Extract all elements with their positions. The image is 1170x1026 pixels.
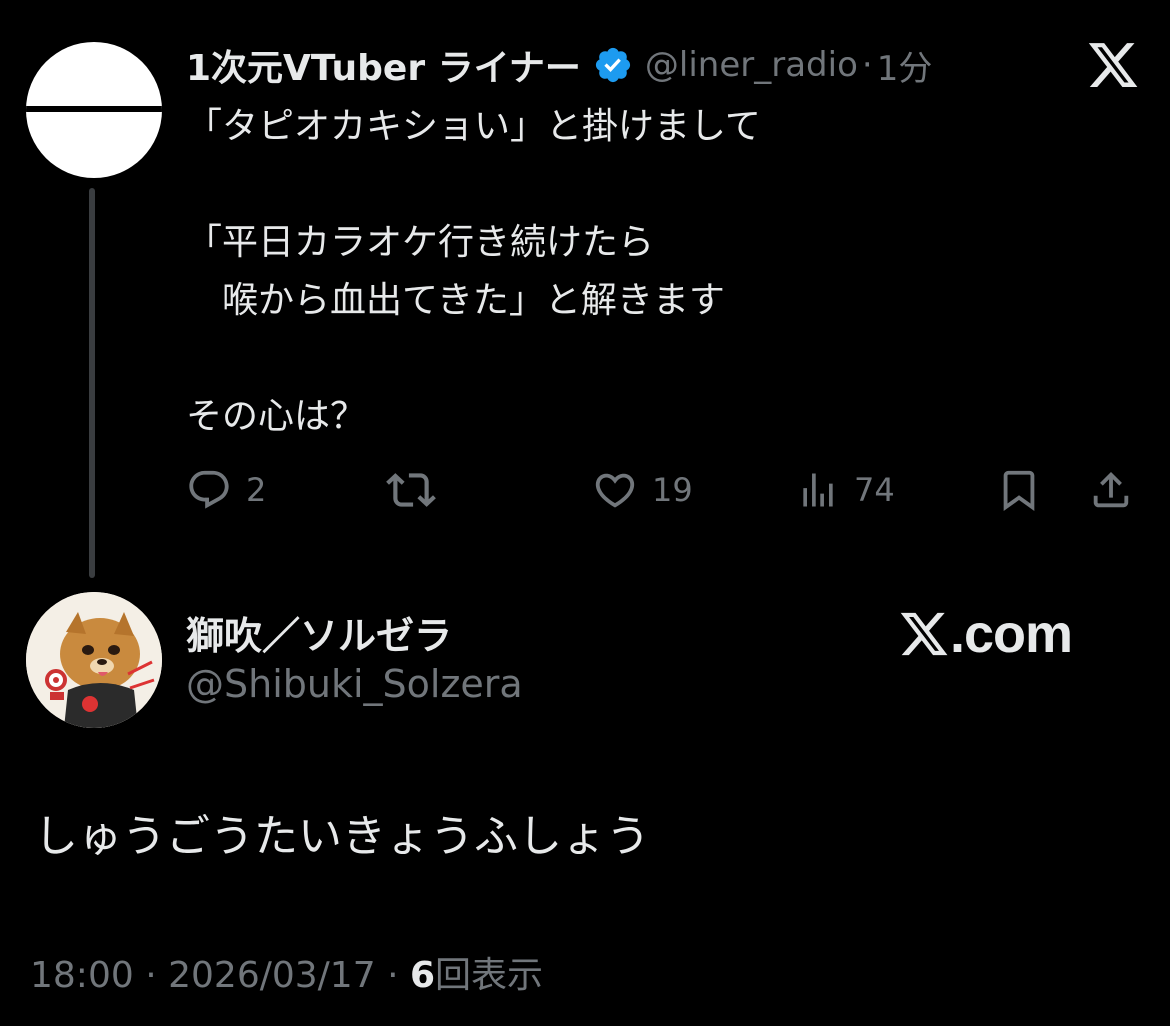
heart-icon [592, 467, 638, 513]
avatar-line-graphic [26, 106, 162, 112]
x-logo-icon [1086, 38, 1140, 92]
share-icon [1088, 467, 1134, 513]
display-name[interactable]: 1次元VTuber ライナー [186, 39, 581, 91]
parent-tweet-header: 1次元VTuber ライナー @liner_radio · 1分 [186, 38, 932, 92]
avatar-shibuki[interactable] [26, 592, 162, 728]
retweet-icon [386, 465, 436, 515]
bookmark-button[interactable] [996, 464, 1042, 516]
relative-time[interactable]: 1分 [877, 41, 933, 90]
separator-dot: · [387, 955, 399, 996]
views-count: 74 [854, 471, 895, 509]
verified-badge-icon [593, 45, 633, 85]
thread-connector-line [89, 188, 95, 578]
bookmark-icon [996, 467, 1042, 513]
avatar-illustration [26, 592, 162, 728]
like-count: 19 [652, 471, 693, 509]
reply-count: 2 [246, 471, 267, 509]
handle[interactable]: @liner_radio [645, 45, 858, 85]
post-date[interactable]: 2026/03/17 [168, 955, 376, 996]
like-button[interactable]: 19 [592, 464, 693, 516]
separator-dot: · [861, 45, 873, 85]
post-time[interactable]: 18:00 [30, 955, 134, 996]
watermark-text: .com [950, 604, 1073, 664]
views-icon [796, 468, 840, 512]
parent-tweet-text: 「タピオカキショい」と掛けまして 「平日カラオケ行き続けたら 喉から血出てきた」… [186, 106, 761, 437]
tweet-meta-footer: 18:00 · 2026/03/17 · 6回表示 [30, 946, 543, 998]
retweet-button[interactable] [386, 464, 450, 516]
reply-handle[interactable]: @Shibuki_Solzera [186, 662, 523, 706]
views-button[interactable]: 74 [796, 464, 895, 516]
x-logo-icon [898, 608, 950, 660]
views-label: 回表示 [435, 955, 544, 996]
reply-tweet-text: しゅうごうたいきょうふしょう [34, 811, 650, 862]
reply-icon [186, 467, 232, 513]
separator-dot: · [145, 955, 157, 996]
views-number: 6 [409, 955, 436, 996]
reply-button[interactable]: 2 [186, 464, 266, 516]
x-com-watermark: .com [898, 604, 1073, 664]
avatar-liner[interactable] [26, 42, 162, 178]
share-button[interactable] [1088, 464, 1134, 516]
reply-display-name[interactable]: 獅吹／ソルゼラ [186, 605, 452, 660]
